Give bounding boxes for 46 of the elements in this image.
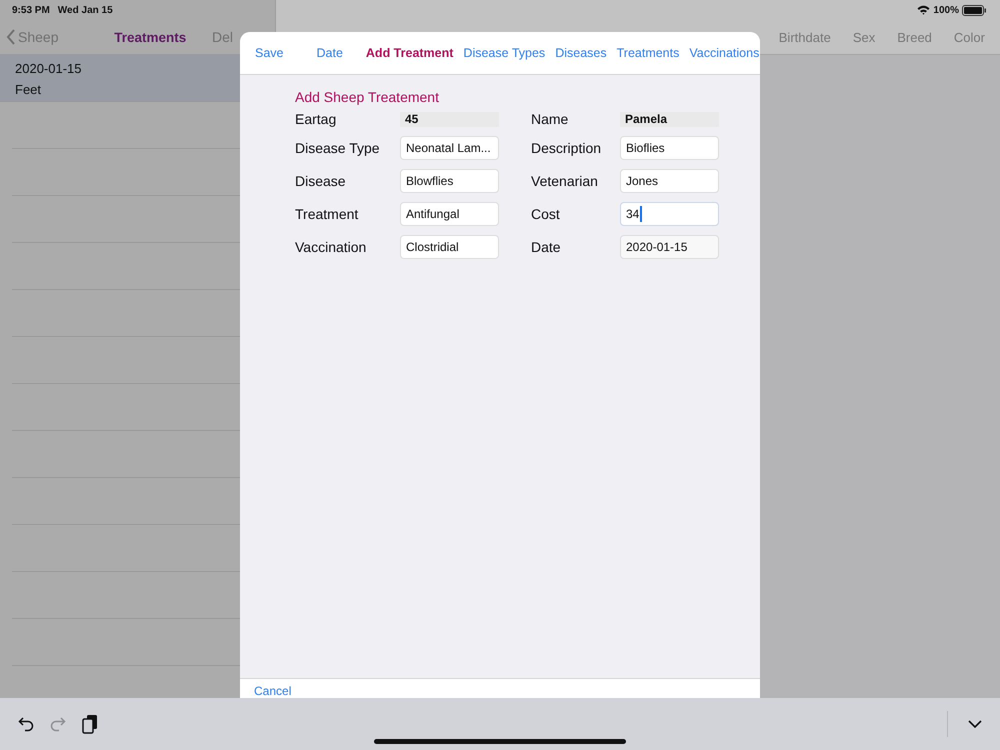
column-header[interactable]: Sex xyxy=(852,30,876,44)
toolbar-tab[interactable]: Add Treatment xyxy=(360,46,458,60)
field-label: Treatment xyxy=(295,206,360,222)
status-time: 9:53 PM xyxy=(12,4,50,16)
undo-icon[interactable] xyxy=(18,716,34,732)
column-header[interactable]: Birthdate xyxy=(778,30,831,44)
toolbar-tab[interactable]: Date xyxy=(312,46,348,60)
field-label: Disease Type xyxy=(295,140,381,156)
input-field[interactable]: Antifungal xyxy=(400,202,499,226)
form-title: Add Sheep Treatement xyxy=(295,89,440,105)
back-chevron-icon xyxy=(6,29,16,45)
input-field: Pamela xyxy=(620,112,719,126)
field-label: Vaccination xyxy=(295,239,368,255)
field-label: Vetenarian xyxy=(531,173,599,189)
input-field: 45 xyxy=(400,112,499,126)
toolbar-tab[interactable]: Vaccinations xyxy=(684,46,760,60)
wifi-icon xyxy=(917,5,930,15)
status-date: Wed Jan 15 xyxy=(58,4,113,16)
column-header[interactable]: Color xyxy=(954,30,985,44)
field-label: Date xyxy=(531,239,562,255)
input-field[interactable]: Blowflies xyxy=(400,169,499,193)
input-field[interactable]: 2020-01-15 xyxy=(620,235,719,259)
cancel-button[interactable]: Cancel xyxy=(254,684,292,698)
paste-icon[interactable] xyxy=(82,714,98,734)
input-field[interactable]: Bioflies xyxy=(620,136,719,160)
toolbar-tab[interactable]: Diseases xyxy=(550,46,612,60)
field-label: Disease xyxy=(295,173,347,189)
toolbar-tab[interactable]: Disease Types xyxy=(458,46,550,60)
input-field[interactable]: Clostridial xyxy=(400,235,499,259)
input-field[interactable]: Jones xyxy=(620,169,719,193)
field-label: Eartag xyxy=(295,111,338,127)
field-label: Description xyxy=(531,140,602,156)
chevron-down-icon[interactable] xyxy=(968,720,982,728)
battery-icon xyxy=(962,4,986,16)
input-field[interactable]: 34 xyxy=(620,202,719,226)
back-button[interactable]: Sheep xyxy=(6,29,58,45)
battery-percent: 100% xyxy=(933,4,959,16)
row-date: 2020-01-15 xyxy=(15,61,82,76)
toolbar-tab[interactable]: Treatments xyxy=(612,46,684,60)
nav-action[interactable]: Del xyxy=(212,29,233,45)
field-label: Name xyxy=(531,111,570,127)
column-header[interactable]: Breed xyxy=(897,30,932,44)
list-title: Treatments xyxy=(113,30,188,44)
input-field[interactable]: Neonatal Lam... xyxy=(400,136,499,160)
row-area: Feet xyxy=(15,82,260,97)
field-label: Cost xyxy=(531,206,561,222)
